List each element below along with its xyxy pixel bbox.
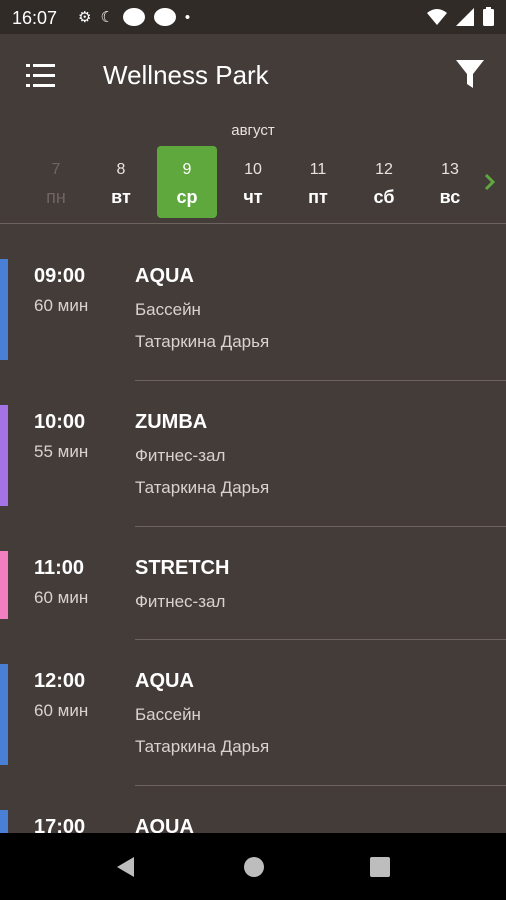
status-bar: 16:07 ⚙ ☾ • <box>0 0 506 34</box>
day-number: 7 <box>51 161 61 178</box>
session-item[interactable]: 17:00 AQUA <box>0 810 506 833</box>
session-duration: 60 мин <box>34 701 89 720</box>
session-name: AQUA <box>135 670 194 692</box>
divider <box>135 526 506 527</box>
battery-icon <box>483 7 494 26</box>
wifi-icon <box>427 8 447 25</box>
session-duration: 60 мин <box>34 588 89 607</box>
notification-badge-icon <box>122 8 145 26</box>
session-item[interactable]: 11:00 60 мин STRETCH Фитнес-зал <box>0 551 506 621</box>
session-name: ZUMBA <box>135 411 208 433</box>
day-9-selected[interactable]: 9 ср <box>157 146 217 218</box>
day-12[interactable]: 12 сб <box>354 146 414 218</box>
divider <box>135 380 506 381</box>
day-number: 9 <box>182 161 192 178</box>
session-name: AQUA <box>135 816 194 833</box>
session-time: 11:00 <box>34 557 85 579</box>
recent-apps-icon[interactable] <box>370 857 390 877</box>
home-icon[interactable] <box>244 857 264 877</box>
day-13[interactable]: 13 вс <box>420 146 480 218</box>
status-notification-icons: ⚙ ☾ • <box>78 8 190 26</box>
divider <box>0 223 506 224</box>
session-place: Фитнес-зал <box>135 446 226 465</box>
dot-icon: • <box>184 8 191 26</box>
day-number: 10 <box>244 161 262 178</box>
day-weekday: чт <box>243 187 263 207</box>
moon-icon: ☾ <box>100 9 114 26</box>
page-title: Wellness Park <box>103 60 269 90</box>
session-color-bar <box>0 259 8 360</box>
day-number: 8 <box>116 161 126 178</box>
day-number: 11 <box>309 161 327 178</box>
filter-icon[interactable] <box>452 56 488 92</box>
day-weekday: пт <box>308 187 328 207</box>
month-label: август <box>231 122 275 139</box>
status-system-icons <box>427 7 494 26</box>
session-color-bar <box>0 810 8 833</box>
session-duration: 55 мин <box>34 442 89 461</box>
menu-icon[interactable] <box>22 58 58 94</box>
day-11[interactable]: 11 пт <box>288 146 348 218</box>
status-time: 16:07 <box>12 8 58 28</box>
session-color-bar <box>0 405 8 506</box>
day-weekday: сб <box>373 187 395 207</box>
signal-icon <box>456 7 474 26</box>
chevron-right-icon[interactable] <box>481 168 501 196</box>
app-bar: Wellness Park <box>0 34 506 118</box>
day-weekday: ср <box>176 187 198 207</box>
date-strip: 7 пн 8 вт 9 ср 10 чт 11 пт 12 сб 13 вс <box>0 146 506 218</box>
session-time: 09:00 <box>34 265 86 287</box>
session-name: AQUA <box>135 265 194 287</box>
session-place: Бассейн <box>135 300 201 319</box>
divider <box>135 785 506 786</box>
session-time: 12:00 <box>34 670 86 692</box>
session-item[interactable]: 09:00 60 мин AQUA Бассейн Татаркина Дарь… <box>0 259 506 361</box>
day-number: 13 <box>441 161 459 178</box>
divider <box>135 639 506 640</box>
gear-icon: ⚙ <box>78 9 92 26</box>
system-nav-bar <box>0 833 506 900</box>
session-time: 17:00 <box>34 816 86 833</box>
day-10[interactable]: 10 чт <box>223 146 283 218</box>
day-7[interactable]: 7 пн <box>26 146 86 218</box>
session-trainer: Татаркина Дарья <box>135 332 270 351</box>
session-item[interactable]: 10:00 55 мин ZUMBA Фитнес-зал Татаркина … <box>0 405 506 507</box>
session-place: Фитнес-зал <box>135 592 226 611</box>
day-weekday: пн <box>46 187 66 207</box>
session-time: 10:00 <box>34 411 86 433</box>
session-trainer: Татаркина Дарья <box>135 478 270 497</box>
day-weekday: вт <box>111 187 131 207</box>
session-color-bar <box>0 664 8 765</box>
back-icon[interactable] <box>114 855 138 879</box>
session-duration: 60 мин <box>34 296 89 315</box>
day-number: 12 <box>375 161 393 178</box>
session-name: STRETCH <box>135 557 230 579</box>
notification-badge-icon <box>153 8 176 26</box>
session-color-bar <box>0 551 8 619</box>
day-8[interactable]: 8 вт <box>91 146 151 218</box>
session-item[interactable]: 12:00 60 мин AQUA Бассейн Татаркина Дарь… <box>0 664 506 766</box>
day-weekday: вс <box>439 187 461 207</box>
session-place: Бассейн <box>135 705 201 724</box>
session-trainer: Татаркина Дарья <box>135 737 270 756</box>
